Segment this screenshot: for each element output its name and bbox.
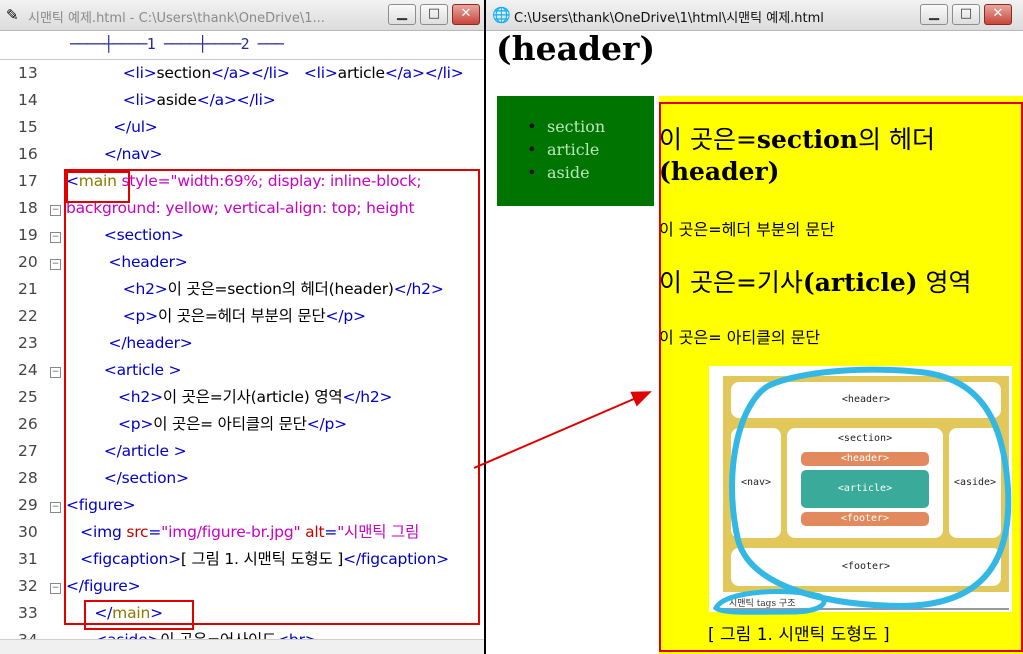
annotation-arrow bbox=[473, 391, 652, 469]
annotation-overlay bbox=[473, 366, 1012, 615]
annotation-circle bbox=[729, 366, 1012, 610]
annotation-underline-loop bbox=[712, 589, 827, 615]
